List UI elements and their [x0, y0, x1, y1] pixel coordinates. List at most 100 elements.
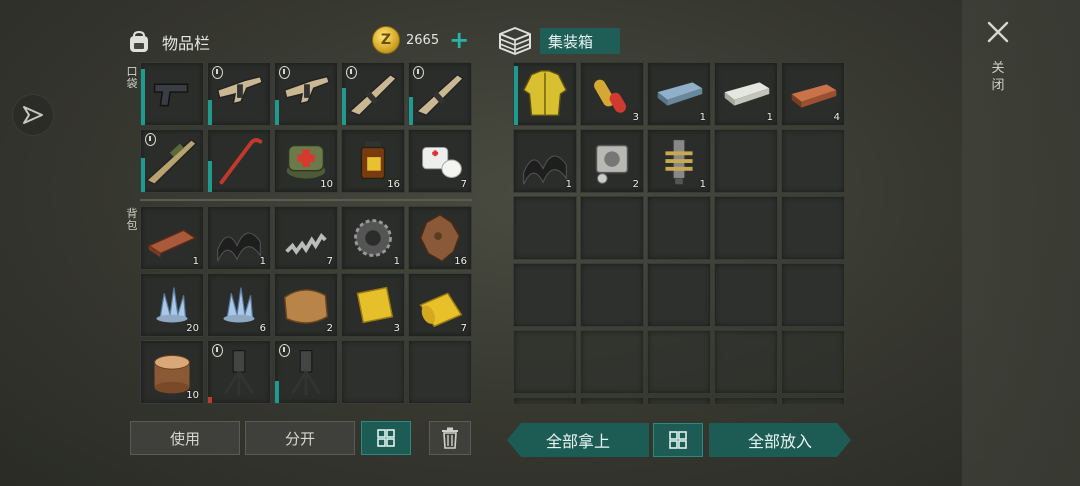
durability-bar	[208, 161, 212, 192]
item-count: 1	[699, 112, 706, 123]
inventory-slot[interactable]: 20	[140, 273, 204, 337]
item-count: 3	[393, 323, 400, 334]
backpack-label: 背包	[126, 207, 138, 232]
inventory-slot[interactable]: 1	[140, 206, 204, 270]
durability-bar	[514, 66, 518, 125]
sort-inventory-button[interactable]	[361, 421, 411, 455]
empty-slot[interactable]	[408, 340, 472, 404]
empty-slot[interactable]	[781, 129, 845, 193]
inventory-slot[interactable]: 7	[408, 273, 472, 337]
empty-slot[interactable]	[714, 196, 778, 260]
inventory-slot[interactable]: 16	[408, 206, 472, 270]
durability-bar	[141, 69, 145, 125]
empty-slot[interactable]	[781, 330, 845, 394]
protected-icon	[279, 344, 290, 357]
trash-button[interactable]	[429, 421, 471, 455]
close-label[interactable]: 关闭	[990, 60, 1006, 94]
inventory-slot[interactable]	[207, 62, 271, 126]
durability-bar	[409, 97, 413, 125]
inventory-slot[interactable]: 10	[274, 129, 338, 193]
empty-slot[interactable]	[580, 397, 644, 404]
item-count: 10	[320, 179, 333, 190]
inventory-slot[interactable]: 2	[580, 129, 644, 193]
inventory-slot[interactable]	[341, 62, 405, 126]
empty-slot[interactable]	[714, 263, 778, 327]
durability-bar	[208, 100, 212, 125]
crowbar-icon	[219, 138, 263, 185]
inventory-slot[interactable]: 7	[274, 206, 338, 270]
empty-slot[interactable]	[647, 330, 711, 394]
compass-button[interactable]	[12, 94, 54, 136]
item-count: 7	[326, 256, 333, 267]
inventory-slot[interactable]: 2	[274, 273, 338, 337]
inventory-slot[interactable]	[274, 340, 338, 404]
inventory-slot[interactable]	[513, 62, 577, 126]
empty-slot[interactable]	[714, 129, 778, 193]
empty-slot[interactable]	[580, 263, 644, 327]
empty-slot[interactable]	[513, 330, 577, 394]
inventory-slot[interactable]	[274, 62, 338, 126]
sort-container-button[interactable]	[653, 423, 703, 457]
split-button[interactable]: 分开	[245, 421, 355, 455]
item-count: 16	[454, 256, 467, 267]
empty-slot[interactable]	[781, 397, 845, 404]
item-count: 16	[387, 179, 400, 190]
durability-bar	[275, 100, 279, 125]
backpack-icon	[130, 30, 148, 52]
durability-bar	[141, 157, 145, 192]
inventory-slot[interactable]: 7	[408, 129, 472, 193]
item-count: 1	[766, 112, 773, 123]
pocket-grid: 10 16 7	[140, 62, 472, 193]
inventory-slot[interactable]	[207, 340, 271, 404]
container-title: 集装箱	[540, 28, 620, 54]
empty-slot[interactable]	[714, 397, 778, 404]
empty-slot[interactable]	[580, 196, 644, 260]
empty-slot[interactable]	[580, 330, 644, 394]
close-icon[interactable]	[986, 20, 1010, 44]
empty-slot[interactable]	[781, 263, 845, 327]
take-all-button[interactable]: 全部拿上	[507, 423, 649, 457]
inventory-slot[interactable]: 1	[341, 206, 405, 270]
currency-display: Z 2665 +	[372, 26, 469, 54]
item-count: 1	[565, 179, 572, 190]
empty-slot[interactable]	[647, 263, 711, 327]
item-count: 1	[393, 256, 400, 267]
protected-icon	[413, 66, 424, 79]
inventory-slot[interactable]: 4	[781, 62, 845, 126]
inventory-slot[interactable]: 1	[513, 129, 577, 193]
inventory-slot[interactable]	[207, 129, 271, 193]
empty-slot[interactable]	[781, 196, 845, 260]
inventory-slot[interactable]: 3	[580, 62, 644, 126]
inventory-slot[interactable]	[408, 62, 472, 126]
item-count: 3	[632, 112, 639, 123]
empty-slot[interactable]	[513, 263, 577, 327]
durability-bar	[275, 381, 279, 403]
item-count: 7	[460, 323, 467, 334]
durability-bar	[342, 87, 346, 125]
put-all-button[interactable]: 全部放入	[709, 423, 851, 457]
side-panel-shade	[962, 0, 1080, 486]
backpack-grid: 1 1 7 1 16 20 6 2 3 7 10	[140, 206, 472, 404]
empty-slot[interactable]	[714, 330, 778, 394]
empty-slot[interactable]	[341, 340, 405, 404]
empty-slot[interactable]	[647, 397, 711, 404]
trash-icon	[442, 427, 458, 449]
use-button[interactable]: 使用	[130, 421, 240, 455]
inventory-slot[interactable]: 6	[207, 273, 271, 337]
empty-slot[interactable]	[513, 397, 577, 404]
inventory-slot[interactable]: 1	[207, 206, 271, 270]
inventory-slot[interactable]: 1	[647, 129, 711, 193]
item-count: 2	[632, 179, 639, 190]
inventory-slot[interactable]: 16	[341, 129, 405, 193]
inventory-slot[interactable]: 1	[647, 62, 711, 126]
inventory-slot[interactable]: 10	[140, 340, 204, 404]
inventory-slot[interactable]: 1	[714, 62, 778, 126]
empty-slot[interactable]	[513, 196, 577, 260]
inventory-slot[interactable]	[140, 62, 204, 126]
item-count: 1	[259, 256, 266, 267]
inventory-slot[interactable]	[140, 129, 204, 193]
add-coins-button[interactable]: +	[449, 28, 469, 52]
empty-slot[interactable]	[647, 196, 711, 260]
item-count: 10	[186, 390, 199, 401]
inventory-slot[interactable]: 3	[341, 273, 405, 337]
